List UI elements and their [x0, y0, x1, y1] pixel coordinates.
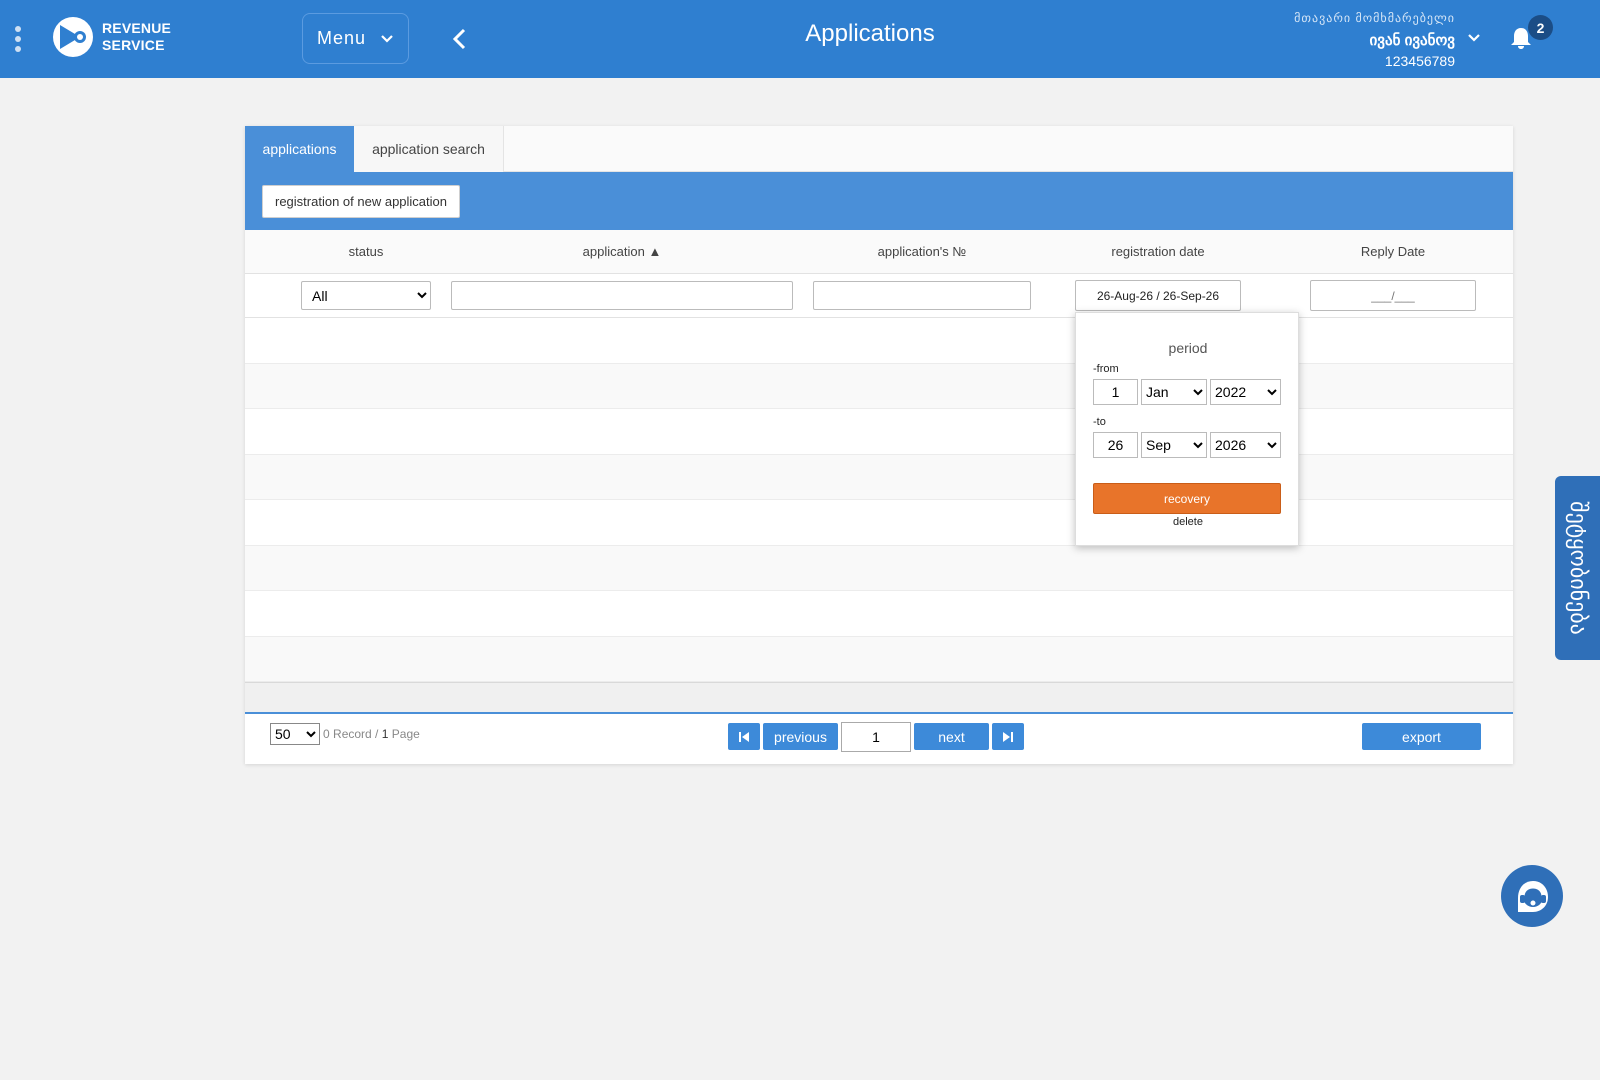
column-header-reply-date[interactable]: Reply Date — [1310, 244, 1476, 259]
user-name[interactable]: ივან ივანოვ — [1370, 31, 1455, 49]
table-footer — [245, 682, 1513, 714]
menu-button[interactable]: Menu — [302, 13, 409, 64]
delete-button[interactable]: delete — [1076, 516, 1300, 528]
table-row — [245, 409, 1513, 455]
to-month-select[interactable]: Sep — [1141, 432, 1207, 458]
table-row — [245, 500, 1513, 546]
table-row — [245, 636, 1513, 682]
chat-support-icon[interactable] — [1500, 864, 1566, 930]
tab-applications[interactable]: applications — [245, 126, 354, 172]
application-filter-input[interactable] — [451, 281, 793, 310]
chevron-down-icon — [381, 34, 393, 43]
table-header: status application ▲ application's № reg… — [245, 230, 1513, 274]
table-row — [245, 363, 1513, 409]
column-header-registration-date[interactable]: registration date — [1075, 244, 1241, 259]
last-page-icon — [1003, 731, 1013, 742]
side-feedback-tab[interactable]: შეტყობინება — [1555, 476, 1600, 660]
kebab-menu-icon[interactable] — [14, 26, 22, 52]
tab-bar: applications application search — [245, 126, 1513, 172]
pagination-bar: 50 0 Record / 1 Page previous next expor… — [245, 713, 1513, 761]
applications-panel: applications application search registra… — [245, 126, 1513, 764]
chevron-left-icon[interactable] — [450, 27, 470, 51]
menu-label: Menu — [316, 28, 367, 48]
notification-count-badge[interactable]: 2 — [1528, 15, 1553, 40]
filter-row: All — [245, 274, 1513, 318]
current-page-input[interactable] — [841, 722, 911, 752]
registration-date-filter-input[interactable] — [1075, 280, 1241, 311]
user-role: მთავარი მომხმარებელი — [1294, 11, 1455, 25]
side-tab-label: შეტყობინება — [1565, 501, 1591, 635]
table-row — [245, 591, 1513, 637]
top-header: REVENUE SERVICE Menu Applications მთავარ… — [0, 0, 1600, 78]
page-count: 1 — [381, 727, 389, 741]
first-page-button[interactable] — [728, 723, 760, 750]
from-year-select[interactable]: 2022 — [1210, 379, 1281, 405]
page-size-select[interactable]: 50 — [270, 723, 320, 745]
user-id: 123456789 — [1384, 53, 1455, 69]
tab-application-search[interactable]: application search — [354, 126, 504, 172]
page-label: Page — [391, 727, 420, 741]
status-filter-select[interactable]: All — [301, 281, 431, 310]
first-page-icon — [739, 731, 749, 742]
logo-icon — [53, 17, 93, 57]
column-header-application[interactable]: application ▲ — [451, 244, 793, 259]
previous-page-button[interactable]: previous — [763, 723, 838, 750]
export-button[interactable]: export — [1362, 723, 1481, 750]
brand-line-1: REVENUE — [102, 20, 172, 36]
table-row — [245, 545, 1513, 591]
brand-line-2: SERVICE — [102, 37, 165, 53]
column-header-status[interactable]: status — [301, 244, 431, 259]
application-number-filter-input[interactable] — [813, 281, 1031, 310]
from-label: -from — [1093, 363, 1119, 375]
to-label: -to — [1093, 416, 1106, 428]
record-label: Record / — [333, 727, 379, 741]
last-page-button[interactable] — [992, 723, 1024, 750]
recovery-button[interactable]: recovery — [1093, 483, 1281, 514]
record-count: 0 — [323, 727, 330, 741]
from-day-input[interactable] — [1093, 379, 1138, 405]
table-body — [245, 318, 1513, 682]
page-title: Applications — [805, 20, 935, 47]
from-month-select[interactable]: Jan — [1141, 379, 1207, 405]
to-year-select[interactable]: 2026 — [1210, 432, 1281, 458]
period-title: period — [1168, 340, 1208, 356]
next-page-button[interactable]: next — [914, 723, 989, 750]
column-header-application-number[interactable]: application's № — [813, 244, 1031, 259]
table-row — [245, 454, 1513, 500]
period-picker-popup: period -from Jan 2022 -to Sep 2026 recov… — [1075, 312, 1299, 546]
toolbar: registration of new application — [245, 172, 1513, 230]
revenue-service-logo[interactable]: REVENUE SERVICE — [50, 15, 171, 59]
record-info: 0 Record / 1 Page — [323, 727, 420, 741]
to-day-input[interactable] — [1093, 432, 1138, 458]
table-row — [245, 318, 1513, 364]
reply-date-filter-input[interactable] — [1310, 280, 1476, 311]
chevron-down-icon[interactable] — [1467, 33, 1481, 43]
brand-name: REVENUE SERVICE — [102, 20, 171, 54]
register-new-application-button[interactable]: registration of new application — [262, 185, 460, 218]
